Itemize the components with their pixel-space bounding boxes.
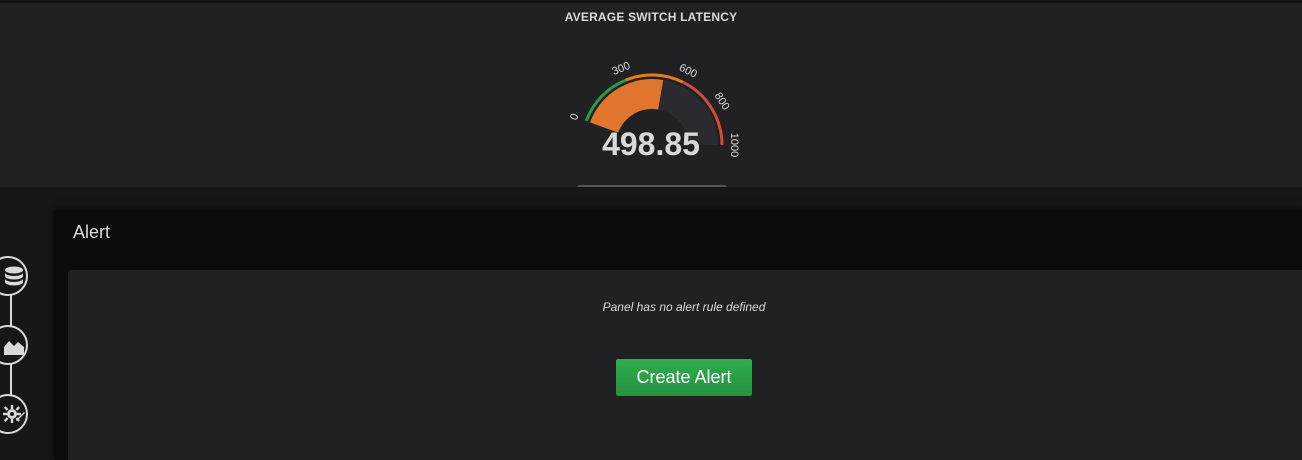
gauge-tick-label: 600 [677,62,699,81]
editor-title: Alert [73,222,111,242]
panel-title[interactable]: AVERAGE SWITCH LATENCY [0,10,1302,24]
no-alert-message: Panel has no alert rule defined [602,300,766,314]
database-icon [5,266,23,286]
gauge-value: 498.85 [602,126,700,162]
create-alert-button[interactable]: Create Alert [616,359,752,396]
alert-empty-state: Panel has no alert rule defined Create A… [68,270,1302,460]
area-chart-icon [4,341,24,355]
gear-wrench-icon [3,405,25,423]
gauge-tick-label: 1000 [728,133,740,157]
gauge-tick-label: 0 [568,112,581,122]
gauge-value-fill [589,79,664,133]
alert-editor: Alert Panel has no alert rule defined Cr… [54,210,1302,460]
gauge-tick-label: 300 [610,60,632,78]
gauge-tick-label: 800 [712,91,732,113]
